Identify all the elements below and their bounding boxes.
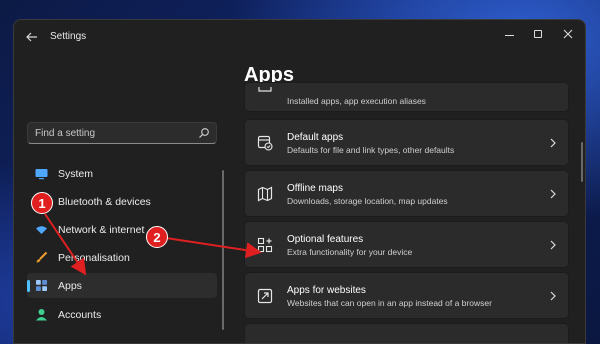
brush-icon [36,251,48,263]
card-subtitle: Websites that can open in an app instead… [287,298,492,308]
maximize-icon [534,30,542,38]
card-subtitle: Downloads, storage location, map updates [287,196,448,206]
sidebar-item-accounts[interactable]: Accounts [27,302,217,327]
sidebar-item-bluetooth[interactable]: Bluetooth & devices [27,189,217,214]
monitor-icon [35,169,48,180]
minimize-icon [504,34,514,36]
sidebar-item-label: Network & internet [58,224,145,236]
optional-features-icon [257,237,273,253]
card-subtitle: Installed apps, app execution aliases [287,96,426,106]
chevron-right-icon [550,291,556,301]
app-list-icon [258,87,272,92]
annotation-badge-2: 2 [146,226,168,248]
card-apps-for-websites[interactable]: Apps for websites Websites that can open… [244,272,569,319]
back-button[interactable] [22,28,42,46]
sidebar-item-label: Personalisation [58,252,130,264]
wifi-icon [36,226,47,234]
sidebar-item-network[interactable]: Network & internet [27,217,217,242]
chevron-right-icon [550,138,556,148]
card-default-apps[interactable]: Default apps Defaults for file and link … [244,119,569,166]
close-button[interactable] [555,24,581,44]
search-icon [199,128,209,138]
card-title: Default apps [287,132,344,143]
search-input[interactable]: Find a setting [27,122,217,144]
sidebar-item-personalisation[interactable]: Personalisation [27,245,217,270]
annotation-badge-1: 1 [31,192,53,214]
web-link-icon [257,288,273,304]
selection-indicator [27,280,30,292]
sidebar-item-apps[interactable]: Apps [27,273,217,298]
back-arrow-icon [26,32,37,42]
sidebar-item-system[interactable]: System [27,161,217,186]
apps-icon [36,280,47,291]
sidebar-scrollbar[interactable] [222,170,224,330]
sidebar-item-label: Apps [58,280,82,292]
sidebar-item-label: Accounts [58,309,102,321]
chevron-right-icon [550,240,556,250]
title-bar: Settings [14,20,585,54]
chevron-right-icon [550,189,556,199]
card-subtitle: Extra functionality for your device [287,247,413,257]
window-title: Settings [50,31,87,42]
sidebar-item-label: System [58,168,94,180]
card-title: Offline maps [287,183,343,194]
settings-window: Settings Find a setting System Bluetooth… [13,19,586,344]
card-title: Apps for websites [287,285,366,296]
close-icon [563,29,573,39]
card-optional-features[interactable]: Optional features Extra functionality fo… [244,221,569,268]
map-icon [257,186,273,202]
card-next-partial[interactable] [244,323,569,343]
main-scrollbar[interactable] [581,142,583,182]
card-title: Optional features [287,234,364,245]
card-partial[interactable]: Installed apps, app execution aliases [244,82,569,112]
sidebar-item-label: Bluetooth & devices [58,196,151,208]
person-icon [36,309,47,321]
card-offline-maps[interactable]: Offline maps Downloads, storage location… [244,170,569,217]
search-placeholder: Find a setting [35,128,96,139]
card-subtitle: Defaults for file and link types, other … [287,145,455,155]
maximize-button[interactable] [525,24,551,44]
default-apps-icon [257,135,273,151]
minimize-button[interactable] [496,24,522,44]
